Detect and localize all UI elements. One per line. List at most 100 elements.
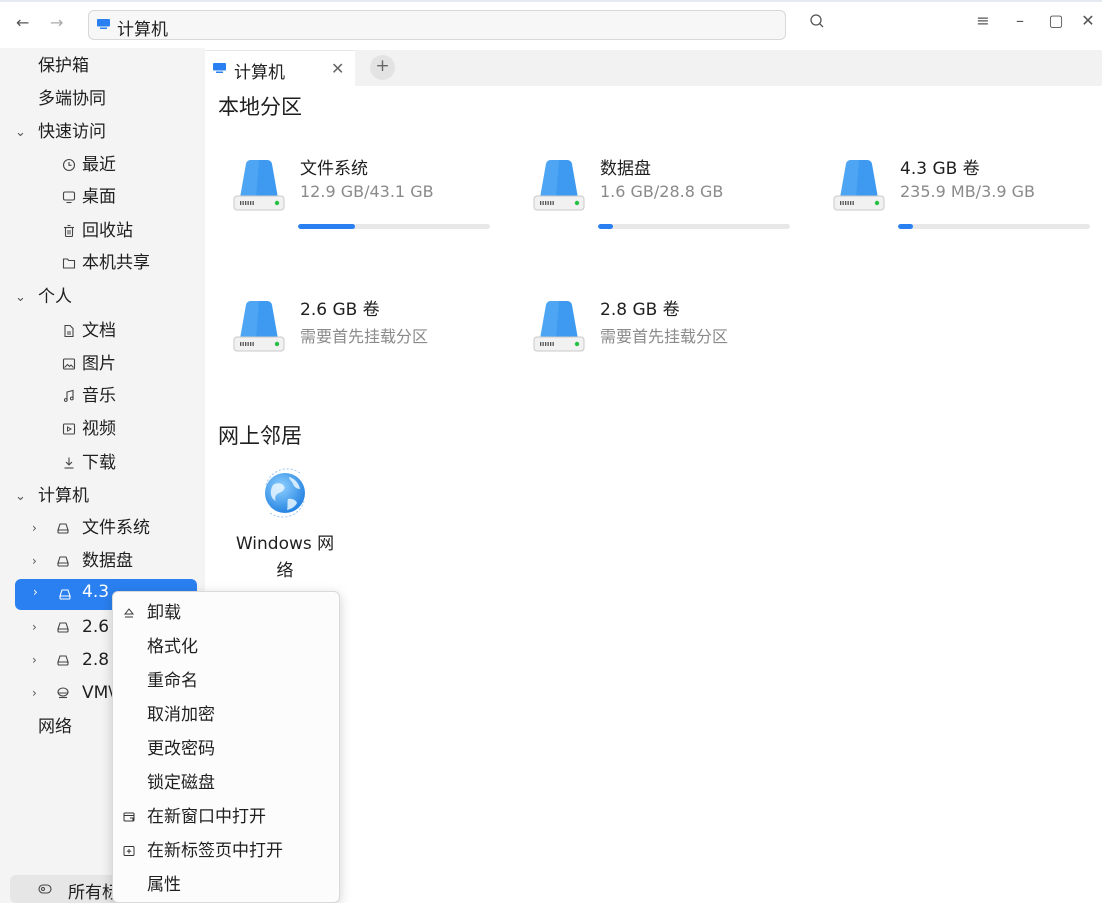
plus-icon[interactable]: + <box>370 55 395 80</box>
sidebar-item-recent[interactable]: 最近 <box>0 150 205 181</box>
sidebar-item-label: 本机共享 <box>82 253 150 273</box>
context-menu: 卸载 格式化 重命名 取消加密 更改密码 锁定磁盘 在新窗口中打开 在新标签页中… <box>112 591 340 903</box>
menu-item-decrypt[interactable]: 取消加密 <box>113 698 341 732</box>
monitor-icon <box>62 191 76 204</box>
local-partitions-heading: 本地分区 <box>218 95 302 119</box>
menu-item-label: 在新标签页中打开 <box>147 841 283 861</box>
sidebar-item-downloads[interactable]: 下载 <box>0 448 205 479</box>
forward-arrow-icon[interactable]: → <box>50 13 63 32</box>
chevron-right-icon[interactable]: › <box>32 678 37 709</box>
menu-item-label: 属性 <box>147 875 181 895</box>
disk-name: 文件系统 <box>300 159 368 179</box>
disk-name: 数据盘 <box>600 159 651 179</box>
hard-drive-icon <box>533 160 585 211</box>
top-accent-line <box>0 0 1102 2</box>
menu-item-label: 格式化 <box>147 637 198 657</box>
image-icon <box>62 358 76 370</box>
chevron-right-icon[interactable]: › <box>32 513 37 544</box>
document-icon <box>64 324 74 338</box>
disk-name: 2.8 GB 卷 <box>600 300 680 320</box>
sidebar-group-computer[interactable]: ⌄ 计算机 <box>0 481 205 512</box>
hamburger-menu-icon[interactable]: ≡ <box>972 11 994 30</box>
disk-usage: 需要首先挂载分区 <box>300 327 429 346</box>
menu-item-label: 锁定磁盘 <box>147 773 215 793</box>
sidebar-item-label: 音乐 <box>82 386 116 406</box>
address-bar[interactable]: 计算机 <box>88 10 786 40</box>
sidebar-group-personal[interactable]: ⌄ 个人 <box>0 282 205 313</box>
globe-network-icon <box>265 468 305 518</box>
new-window-icon <box>123 812 135 822</box>
folder-icon <box>62 258 76 269</box>
tab-computer[interactable]: 计算机 ✕ <box>205 50 355 86</box>
sidebar-item-label: 视频 <box>82 419 116 439</box>
disk-card[interactable]: 数据盘 1.6 GB/28.8 GB <box>532 154 832 264</box>
menu-item-rename[interactable]: 重命名 <box>113 664 341 698</box>
network-item-label-line2: 络 <box>276 561 294 581</box>
drive-icon <box>57 655 69 666</box>
disk-usage-fill <box>898 224 914 229</box>
sidebar-item-music[interactable]: 音乐 <box>0 381 205 412</box>
disk-card[interactable]: 2.8 GB 卷需要首先挂载分区 <box>532 295 832 405</box>
menu-item-unmount[interactable]: 卸载 <box>113 596 341 630</box>
sidebar-item-videos[interactable]: 视频 <box>0 414 205 445</box>
menu-item-label: 重命名 <box>147 671 198 691</box>
back-arrow-icon[interactable]: ← <box>16 13 29 32</box>
eject-drive-icon <box>57 687 69 699</box>
sidebar-item-label: 网络 <box>38 717 72 737</box>
sidebar-group-quick-access[interactable]: ⌄ 快速访问 <box>0 117 205 148</box>
sidebar-item-collaboration[interactable]: 多端协同 <box>0 84 205 115</box>
drive-icon <box>57 622 69 633</box>
chevron-down-icon[interactable]: ⌄ <box>15 117 26 148</box>
disk-usage-bar <box>898 224 1090 229</box>
trash-icon <box>64 224 74 238</box>
sidebar-item-local-share[interactable]: 本机共享 <box>0 248 205 279</box>
maximize-icon[interactable]: ▢ <box>1045 11 1067 30</box>
sidebar-item-label: 最近 <box>82 155 116 175</box>
menu-item-properties[interactable]: 属性 <box>113 868 341 902</box>
disk-card[interactable]: 2.6 GB 卷需要首先挂载分区 <box>232 295 532 405</box>
sidebar-item-pictures[interactable]: 图片 <box>0 349 205 380</box>
drive-icon <box>57 523 69 534</box>
sidebar-item-documents[interactable]: 文档 <box>0 316 205 347</box>
disk-usage-fill <box>598 224 614 229</box>
sidebar-item-label: 2.8 <box>82 650 110 670</box>
close-icon[interactable]: ✕ <box>1077 11 1099 30</box>
minimize-icon[interactable]: – <box>1009 11 1031 30</box>
menu-item-label: 卸载 <box>147 603 181 623</box>
sidebar-item-label: 回收站 <box>82 221 133 241</box>
hard-drive-icon <box>833 160 885 211</box>
sidebar-item-filesystem[interactable]: › 文件系统 <box>0 513 205 544</box>
menu-item-format[interactable]: 格式化 <box>113 630 341 664</box>
sidebar-item-vault[interactable]: 保护箱 <box>0 51 205 82</box>
menu-item-open-new-tab[interactable]: 在新标签页中打开 <box>113 834 341 868</box>
new-tab-icon <box>123 846 135 856</box>
tab-strip <box>355 50 1102 86</box>
sidebar-item-label: 保护箱 <box>38 56 89 76</box>
menu-item-lock-disk[interactable]: 锁定磁盘 <box>113 766 341 800</box>
all-tags-button[interactable]: 所有标 <box>10 875 120 903</box>
disk-usage: 1.6 GB/28.8 GB <box>600 182 724 201</box>
disk-card[interactable]: 4.3 GB 卷 235.9 MB/3.9 GB <box>832 154 1102 264</box>
sidebar-item-label: 图片 <box>82 354 116 374</box>
chevron-right-icon[interactable]: › <box>32 612 37 643</box>
chevron-down-icon[interactable]: ⌄ <box>15 481 26 512</box>
sidebar-item-trash[interactable]: 回收站 <box>0 216 205 247</box>
menu-item-change-password[interactable]: 更改密码 <box>113 732 341 766</box>
download-icon <box>64 457 74 469</box>
chevron-right-icon[interactable]: › <box>33 585 38 599</box>
menu-item-open-new-window[interactable]: 在新窗口中打开 <box>113 800 341 834</box>
sidebar-group-label: 计算机 <box>38 486 89 506</box>
sidebar-item-label: 数据盘 <box>82 551 133 571</box>
disk-card[interactable]: 文件系统 12.9 GB/43.1 GB <box>232 154 532 264</box>
chevron-down-icon[interactable]: ⌄ <box>15 282 26 313</box>
sidebar-item-desktop[interactable]: 桌面 <box>0 182 205 213</box>
search-icon[interactable] <box>808 12 826 30</box>
close-icon[interactable]: ✕ <box>331 59 344 78</box>
hard-drive-icon <box>233 160 285 211</box>
chevron-right-icon[interactable]: › <box>32 645 37 676</box>
chevron-right-icon[interactable]: › <box>32 546 37 577</box>
address-text: 计算机 <box>117 20 168 40</box>
sidebar-item-data-disk[interactable]: › 数据盘 <box>0 546 205 577</box>
disk-usage: 12.9 GB/43.1 GB <box>300 182 434 201</box>
drive-icon <box>59 589 71 600</box>
